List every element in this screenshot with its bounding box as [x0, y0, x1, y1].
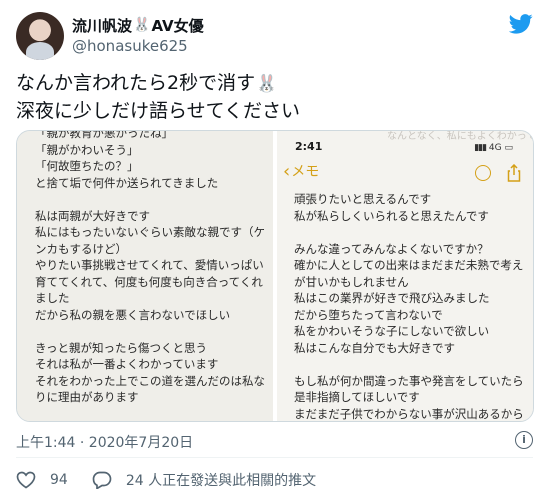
image-text-line: 私にはもったいないぐらい素敵な親です（ケ — [35, 225, 265, 239]
image-text-line: と捨て垢で何件か送られてきました — [35, 175, 219, 190]
author-name-text: 流川帆波 — [72, 16, 133, 35]
like-button[interactable]: 94 — [16, 471, 68, 489]
image-text-line: 私はこんな自分でも大好きです — [294, 340, 455, 355]
tweet-text-line-1-text: なんか言われたら2秒で消す — [16, 72, 256, 94]
conversation-icon — [92, 471, 112, 489]
right-image-text: 頑張りたいと思えるんです私が私らしくいられると思えたんです みんな違ってみんなよく… — [294, 191, 524, 421]
notes-back-label: メモ — [291, 163, 320, 180]
media-image-left[interactable]: 「親が教育が悪かったね」「親がかわいそう」 「何故堕ちたの？」と捨て垢で何件か送ら… — [17, 131, 273, 421]
image-text-line: やりたい事挑戦させてくれて、愛情いっぱい — [35, 258, 264, 272]
image-text-line: 「何故堕ちたの？」 — [35, 159, 139, 173]
tweet-text-line-1: なんか言われたら2秒で消す🐰 — [16, 70, 300, 98]
image-text-line — [35, 323, 265, 340]
tweet-media[interactable]: 「親が教育が悪かったね」「親がかわいそう」 「何故堕ちたの？」と捨て垢で何件か送ら… — [16, 130, 534, 422]
conversation-link[interactable]: 24 人正在發送與此相關的推文 — [92, 470, 316, 490]
image-text-line: りに理由があります — [35, 390, 139, 404]
rabbit-emoji-icon: 🐰 — [256, 74, 278, 94]
chevron-left-icon: ‹ — [283, 161, 291, 182]
image-text-line: 私は両親が大好きです — [35, 208, 150, 223]
image-text-line: それをわかった上でこの道を選んだのは私な — [35, 373, 265, 388]
tweet-actions: 94 24 人正在發送與此相關的推文 — [16, 468, 340, 492]
image-text-line: 私が私らしくいられると思えたんです — [294, 208, 489, 223]
image-text-line: 私をかわいそうな子にしないで欲しい — [294, 324, 490, 338]
image-text-line: 確かに人としての出来はまだまだ未熟で考え — [294, 258, 524, 272]
tweet-card: 流川帆波 🐰 AV女優 @honasuke625 なんか言われたら2秒で消す🐰 … — [0, 0, 549, 502]
image-text-line: みんな違ってみんなよくないですか？ — [294, 241, 489, 256]
image-text-line: まだまだ子供でわからない事が沢山あるから — [294, 406, 524, 421]
image-text-line: それは私が一番よくわかっています — [35, 357, 219, 371]
image-text-line: が甘いかもしれません — [294, 274, 409, 289]
image-text-line: もし私が何か間違った事や発言をしていたら — [294, 373, 524, 388]
left-image-text: 「親が教育が悪かったね」「親がかわいそう」 「何故堕ちたの？」と捨て垢で何件か送ら… — [35, 131, 265, 406]
image-text-line: ンカもするけど） — [35, 241, 127, 256]
conversation-text: 24 人正在發送與此相關的推文 — [125, 473, 317, 489]
tweet-text: なんか言われたら2秒で消す🐰 深夜に少しだけ語らせてください — [16, 70, 300, 125]
image-text-line: 「親が教育が悪かったね」 — [35, 131, 173, 140]
phone-status-time: 2:41 — [295, 140, 323, 153]
share-icon — [507, 164, 521, 182]
author-handle[interactable]: @honasuke625 — [72, 37, 188, 55]
image-text-line: 頑張りたいと思えるんです — [294, 192, 432, 206]
image-text-line: 育ててくれて、何度も何度も向き合ってくれ — [35, 274, 263, 289]
tweet-timestamp[interactable]: 上午1:44 · 2020年7月20日 — [16, 432, 193, 452]
image-text-line: 私はこの業界が好きで飛び込みました — [294, 291, 490, 305]
info-icon[interactable]: i — [515, 431, 533, 449]
image-text-line: だから私の親を悪く言わないでほしい — [35, 307, 231, 322]
image-text-line — [294, 356, 524, 373]
avatar[interactable] — [16, 12, 64, 60]
faded-overlay-text: なんとなく、私にもよくわかっている — [387, 131, 533, 142]
like-count: 94 — [50, 472, 68, 488]
divider — [16, 457, 533, 458]
image-text-line — [294, 224, 524, 241]
notes-nav-bar: ‹ メモ — [277, 161, 533, 187]
image-text-line: だから堕ちたって言わないで — [294, 307, 443, 322]
image-text-line: 是非指摘してほしいです — [294, 390, 420, 404]
notes-back-button: ‹ メモ — [283, 163, 319, 181]
rabbit-emoji-icon: 🐰 — [133, 17, 151, 33]
image-text-line — [35, 191, 265, 208]
twitter-bird-icon[interactable] — [509, 14, 533, 34]
author-name-suffix: AV女優 — [151, 16, 204, 35]
author-name[interactable]: 流川帆波 🐰 AV女優 — [72, 15, 204, 35]
heart-icon — [16, 471, 36, 489]
image-text-line: きっと親が知ったら傷つくと思う — [35, 340, 208, 355]
media-image-right[interactable]: 2:41 ▮▮▮ 4G ▭ なんとなく、私にもよくわかっている ‹ メモ 頑張り… — [277, 131, 533, 421]
tweet-text-line-2: 深夜に少しだけ語らせてください — [16, 100, 301, 122]
person-circle-icon — [475, 165, 491, 181]
image-text-line: 「親がかわいそう」 — [35, 142, 139, 157]
image-text-line: ました — [35, 291, 70, 305]
